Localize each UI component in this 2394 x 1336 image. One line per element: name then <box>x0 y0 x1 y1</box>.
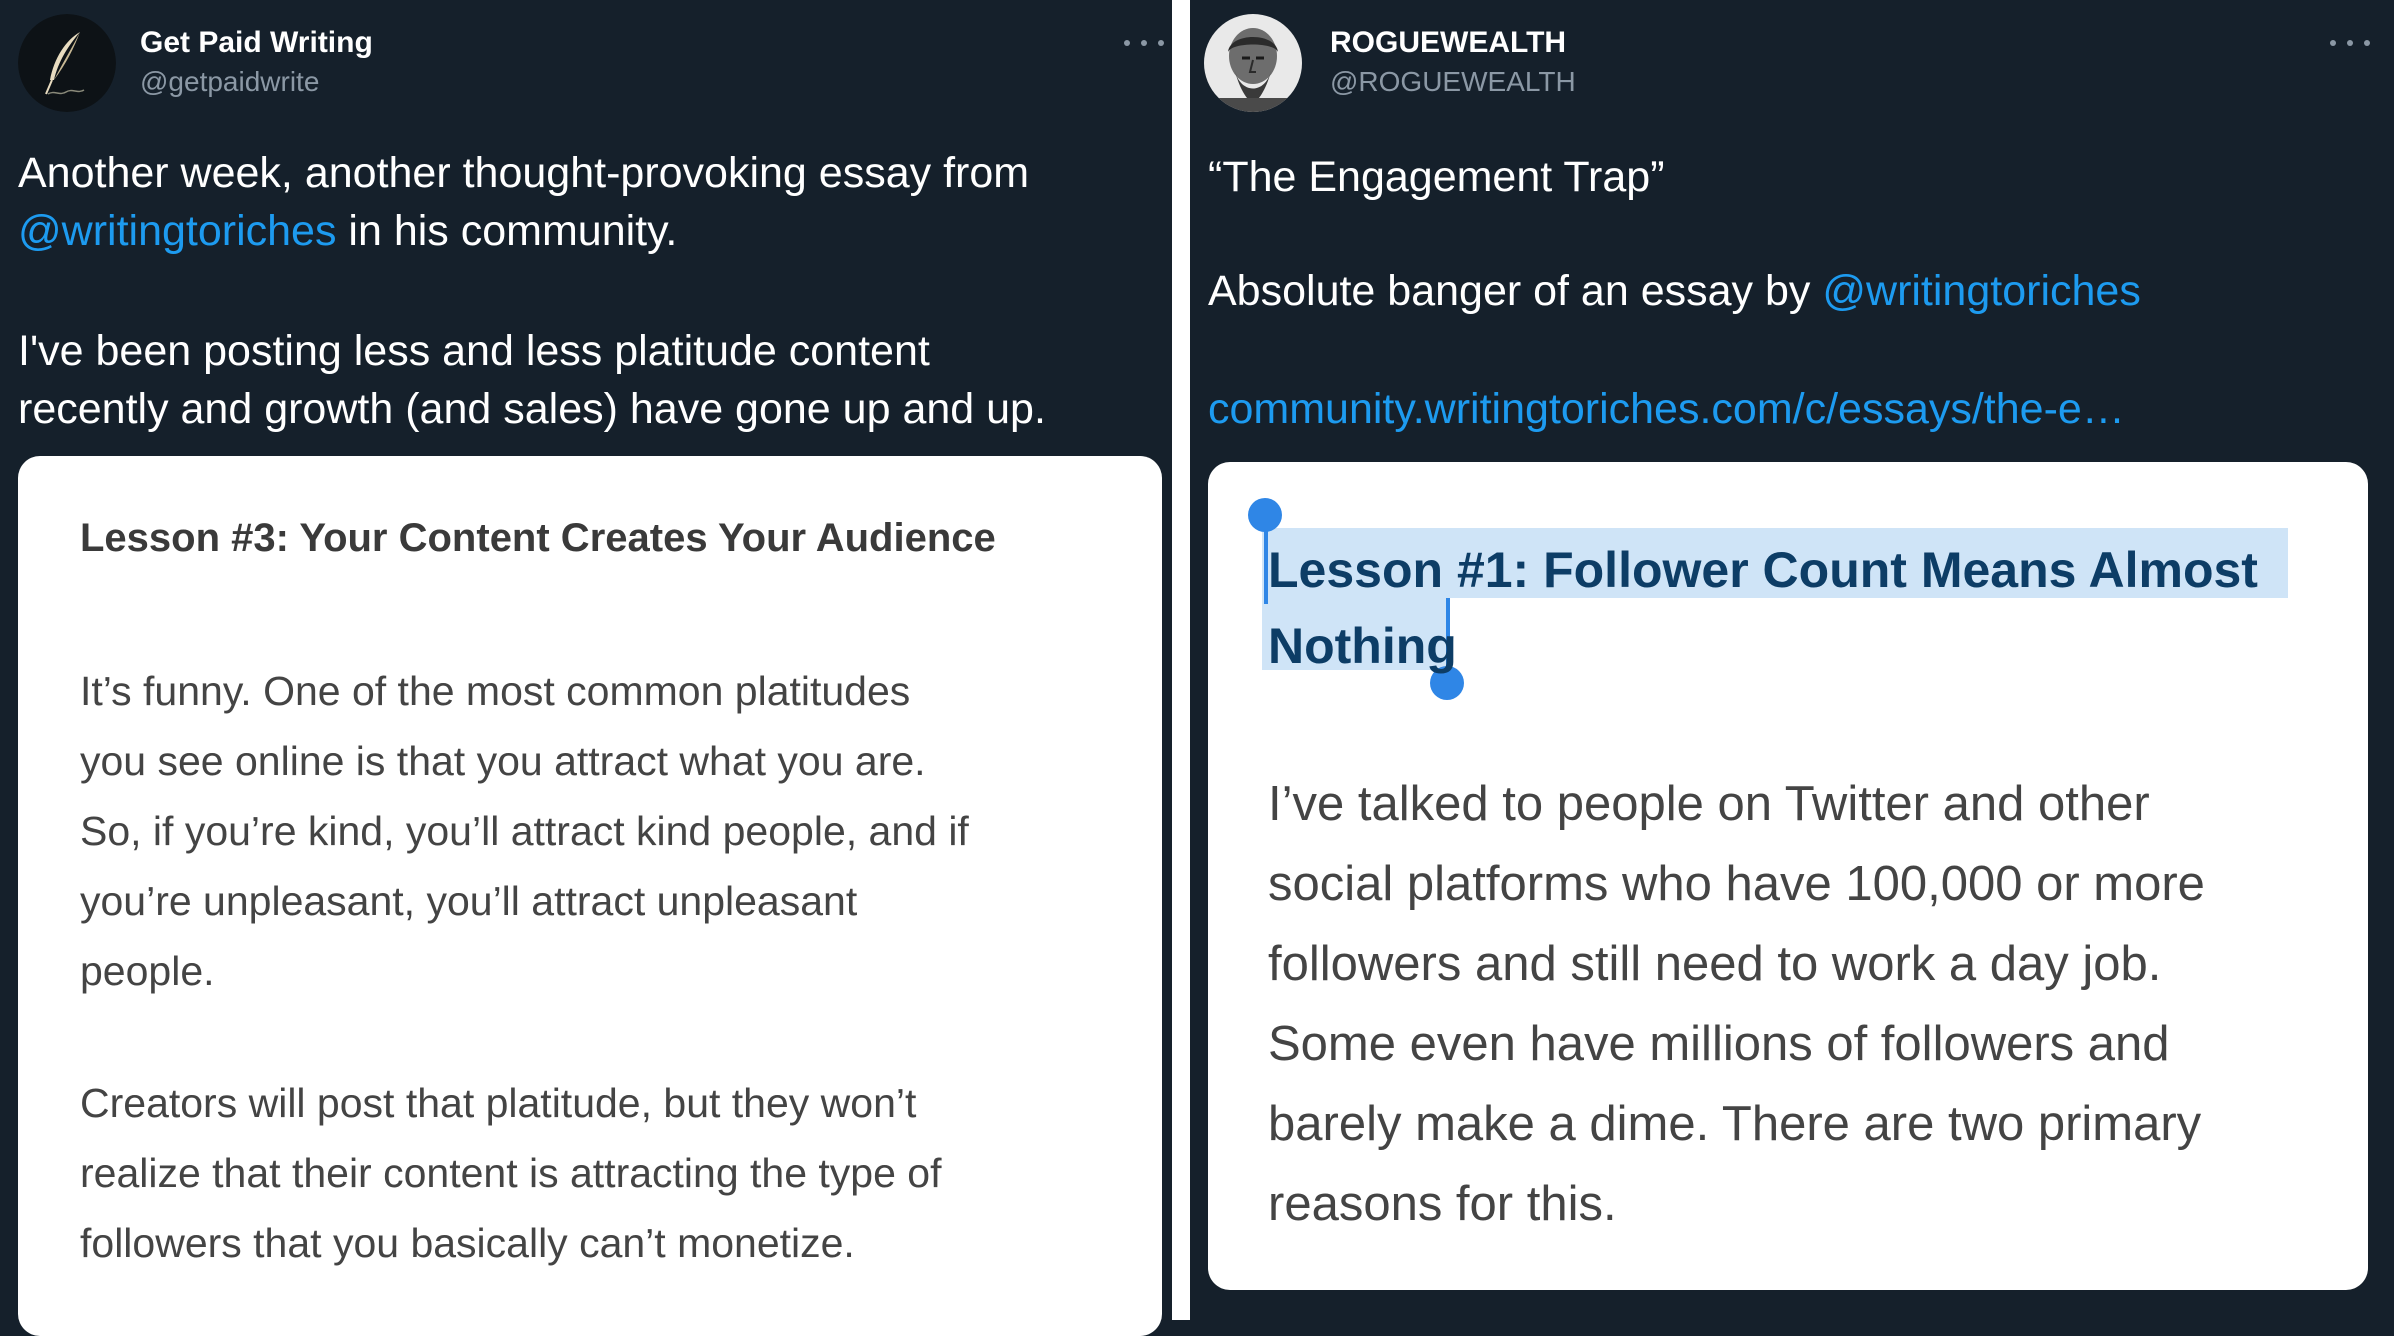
tweet-get-paid-writing: Get Paid Writing @getpaidwrite Another w… <box>0 0 1172 1336</box>
lesson-paragraph: I’ve talked to people on Twitter and oth… <box>1268 764 2205 1244</box>
paragraph-line: people. <box>80 948 215 994</box>
display-name[interactable]: Get Paid Writing <box>140 26 373 60</box>
display-name[interactable]: ROGUEWEALTH <box>1330 26 1566 60</box>
paragraph-line: Creators will post that platitude, but t… <box>80 1080 917 1126</box>
lesson-title: Lesson #1: Follower Count Means Almost N… <box>1268 532 2258 684</box>
paragraph-line: It’s funny. One of the most common plati… <box>80 668 911 714</box>
divider <box>1172 0 1190 1320</box>
lesson-title-line: Nothing <box>1268 618 1457 674</box>
tweet-line: Another week, another thought-provoking … <box>18 149 1030 197</box>
essay-screenshot-card[interactable]: Lesson #3: Your Content Creates Your Aud… <box>18 456 1162 1336</box>
user-handle[interactable]: @getpaidwrite <box>140 66 319 98</box>
mention-link[interactable]: @writingtoriches <box>18 207 336 255</box>
lesson-paragraph-2: Creators will post that platitude, but t… <box>80 1068 941 1278</box>
quill-icon[interactable] <box>18 14 116 112</box>
paragraph-line: Some even have millions of followers and <box>1268 1017 2170 1071</box>
paragraph-line: social platforms who have 100,000 or mor… <box>1268 857 2205 911</box>
paragraph-line: you see online is that you attract what … <box>80 738 926 784</box>
tweet-line: @writingtoriches in his community. <box>18 207 678 255</box>
tweet-line: recently and growth (and sales) have gon… <box>18 385 1046 433</box>
more-options-icon[interactable] <box>1124 28 1164 58</box>
lesson-title-line: Lesson #1: Follower Count Means Almost <box>1268 542 2258 598</box>
lesson-title: Lesson #3: Your Content Creates Your Aud… <box>80 516 996 560</box>
url-link[interactable]: community.writingtoriches.com/c/essays/t… <box>1208 380 2125 438</box>
paragraph-line: realize that their content is attracting… <box>80 1150 942 1196</box>
user-handle[interactable]: @ROGUEWEALTH <box>1330 66 1576 98</box>
paragraph-line: followers and still need to work a day j… <box>1268 937 2162 991</box>
statue-head-icon[interactable] <box>1204 14 1302 112</box>
essay-screenshot-card[interactable]: Lesson #1: Follower Count Means Almost N… <box>1208 462 2368 1290</box>
tweet-quote-title: “The Engagement Trap” <box>1208 153 1665 201</box>
tweet-roguewealth: ROGUEWEALTH @ROGUEWEALTH “The Engagement… <box>1190 0 2394 1320</box>
selection-start-handle[interactable] <box>1248 498 1282 532</box>
tweet-text: Absolute banger of an essay by @writingt… <box>1208 267 2141 315</box>
mention-link[interactable]: @writingtoriches <box>1822 267 2140 315</box>
paragraph-line: you’re unpleasant, you’ll attract unplea… <box>80 878 858 924</box>
tweet-line: I've been posting less and less platitud… <box>18 327 930 375</box>
paragraph-line: reasons for this. <box>1268 1177 1617 1231</box>
paragraph-line: So, if you’re kind, you’ll attract kind … <box>80 808 969 854</box>
paragraph-line: I’ve talked to people on Twitter and oth… <box>1268 777 2150 831</box>
paragraph-line: barely make a dime. There are two primar… <box>1268 1097 2202 1151</box>
paragraph-line: followers that you basically can’t monet… <box>80 1220 855 1266</box>
tweet-text: Another week, another thought-provoking … <box>18 144 1046 438</box>
lesson-paragraph-1: It’s funny. One of the most common plati… <box>80 656 969 1006</box>
more-options-icon[interactable] <box>2330 28 2370 58</box>
